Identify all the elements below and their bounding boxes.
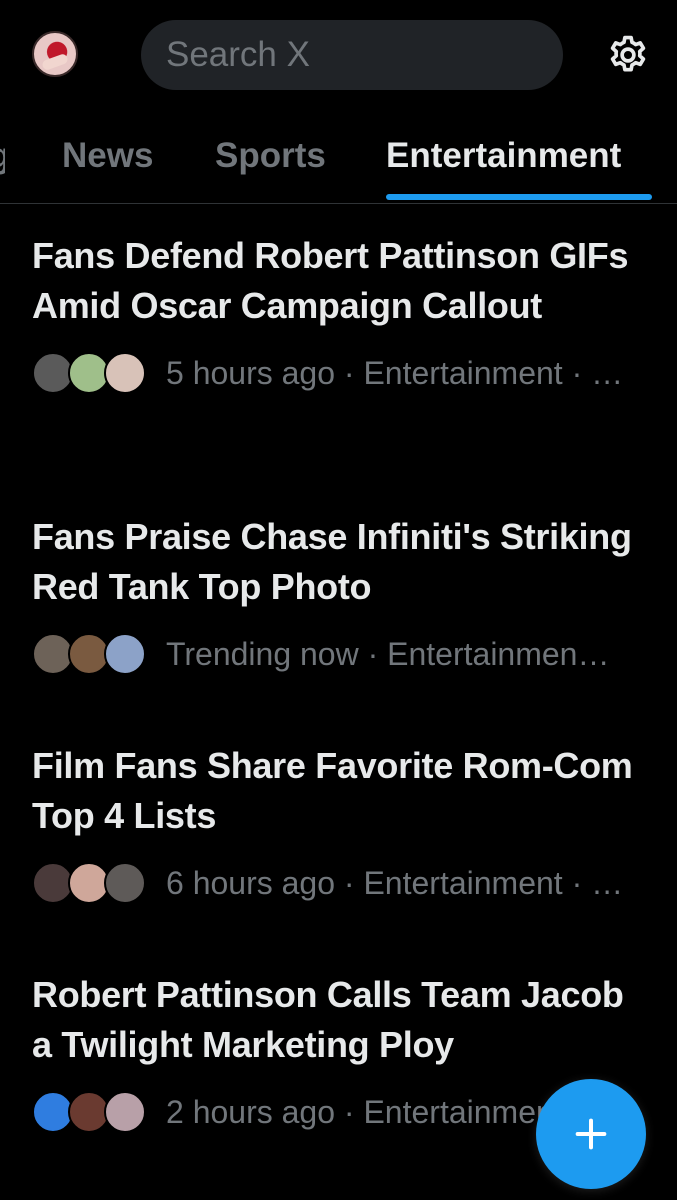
trend-title: Fans Praise Chase Infiniti's Striking Re… [32,516,632,607]
trend-meta-text: 5 hours ago · Entertainment · … [166,354,624,391]
trend-title: Robert Pattinson Calls Team Jacob a Twil… [32,974,624,1065]
avatar [104,352,146,394]
trend-meta: 6 hours ago · Entertainment · … [32,861,652,905]
tab-entertainment[interactable]: Entertainment [386,136,621,176]
avatar [104,1091,146,1133]
search-placeholder: Search X [166,35,310,74]
explore-tabs: g News Sports Entertainment [0,122,677,204]
trend-meta-text: 6 hours ago · Entertainment · … [166,864,624,901]
trend-item[interactable]: Fans Defend Robert Pattinson GIFs Amid O… [32,231,652,395]
trend-title: Film Fans Share Favorite Rom-Com Top 4 L… [32,745,633,836]
settings-button[interactable] [605,32,651,78]
avatar-stack [32,352,152,394]
trend-item[interactable]: Fans Praise Chase Infiniti's Striking Re… [32,512,652,676]
avatar [104,862,146,904]
plus-icon [575,1118,607,1150]
trend-item[interactable]: Film Fans Share Favorite Rom-Com Top 4 L… [32,741,652,905]
avatar-stack [32,862,152,904]
trend-meta: Trending now · Entertainmen… [32,632,652,676]
avatar-stack [32,1091,152,1133]
tab-sports[interactable]: Sports [215,136,326,176]
avatar-stack [32,633,152,675]
search-input[interactable]: Search X [141,20,563,90]
trend-meta-text: Trending now · Entertainmen… [166,635,610,672]
tab-trending[interactable]: g [0,136,5,176]
trend-title: Fans Defend Robert Pattinson GIFs Amid O… [32,235,629,326]
app-root: Search X g News Sports Entertainment Fan… [0,0,677,1200]
tab-news[interactable]: News [62,136,153,176]
top-bar: Search X [0,0,677,112]
compose-button[interactable] [536,1079,646,1189]
active-tab-indicator [386,194,652,200]
trend-meta: 5 hours ago · Entertainment · … [32,351,652,395]
profile-avatar[interactable] [32,31,78,77]
gear-icon [610,35,646,72]
avatar [104,633,146,675]
